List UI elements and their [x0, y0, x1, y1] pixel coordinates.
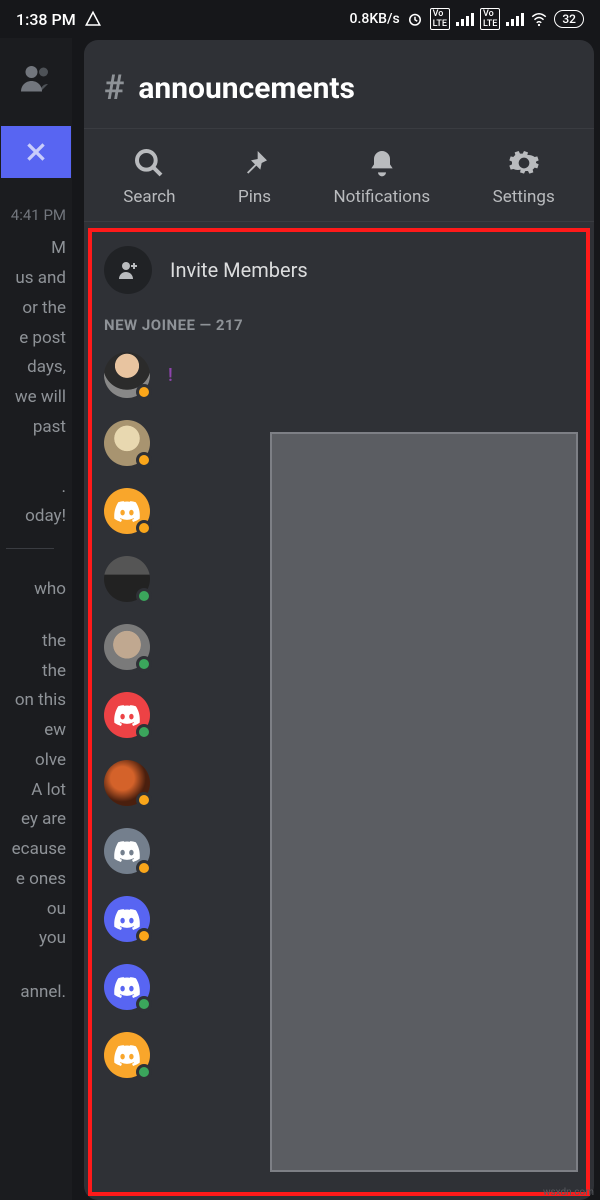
background-message-fragment: 4:41 PM M us and or the e post days, we …	[0, 202, 72, 1008]
status-online-icon	[136, 656, 152, 672]
watermark: wsxdn.com	[543, 1187, 594, 1198]
member-name: !	[168, 365, 173, 386]
status-idle-icon	[136, 792, 152, 808]
avatar	[104, 760, 150, 806]
status-bar: 1:38 PM 0.8KB/s VoLTE VoLTE 32	[0, 0, 600, 38]
avatar	[104, 624, 150, 670]
status-online-icon	[136, 724, 152, 740]
bell-icon	[366, 147, 398, 179]
net-speed: 0.8KB/s	[350, 11, 400, 27]
status-online-icon	[136, 588, 152, 604]
add-person-icon	[116, 258, 140, 282]
status-time: 1:38 PM	[16, 10, 76, 29]
search-icon	[133, 147, 165, 179]
gear-icon	[508, 147, 540, 179]
battery-indicator: 32	[554, 10, 584, 28]
signal-icon-1	[456, 13, 474, 26]
search-label: Search	[123, 187, 175, 207]
member-list-icon[interactable]	[18, 60, 54, 96]
status-online-icon	[136, 1064, 152, 1080]
channel-name: announcements	[138, 71, 355, 106]
avatar	[104, 896, 150, 942]
wifi-icon	[530, 10, 548, 28]
notifications-label: Notifications	[334, 187, 431, 207]
channel-settings-panel: # announcements Search Pins Notification…	[84, 40, 594, 1200]
avatar	[104, 692, 150, 738]
avatar	[104, 488, 150, 534]
invite-members-button[interactable]: Invite Members	[104, 246, 570, 294]
background-channel-strip: 4:41 PM M us and or the e post days, we …	[0, 38, 72, 1200]
volte-icon-1: VoLTE	[430, 8, 450, 30]
settings-label: Settings	[493, 187, 555, 207]
signal-icon-2	[506, 13, 524, 26]
status-idle-icon	[136, 928, 152, 944]
avatar	[104, 420, 150, 466]
volte-icon-2: VoLTE	[480, 8, 500, 30]
members-highlight-region: Invite Members NEW JOINEE — 217 !	[88, 228, 590, 1196]
channel-header: # announcements	[84, 40, 594, 129]
pins-button[interactable]: Pins	[238, 147, 271, 207]
pin-icon	[239, 147, 271, 179]
avatar	[104, 964, 150, 1010]
status-idle-icon	[136, 860, 152, 876]
alarm-icon	[406, 10, 424, 28]
avatar	[104, 828, 150, 874]
invite-label: Invite Members	[170, 258, 308, 282]
status-idle-icon	[136, 452, 152, 468]
triangle-icon	[84, 10, 102, 28]
avatar	[104, 1032, 150, 1078]
avatar	[104, 352, 150, 398]
close-button[interactable]	[1, 126, 71, 178]
redaction-overlay	[270, 432, 578, 1172]
status-idle-icon	[136, 384, 152, 400]
member-row[interactable]: !	[104, 352, 570, 398]
status-online-icon	[136, 996, 152, 1012]
pins-label: Pins	[238, 187, 271, 207]
notifications-button[interactable]: Notifications	[334, 147, 431, 207]
channel-toolbar: Search Pins Notifications Settings	[84, 129, 594, 222]
member-section-header: NEW JOINEE — 217	[104, 316, 570, 334]
status-idle-icon	[136, 520, 152, 536]
hash-icon: #	[104, 68, 124, 108]
settings-button[interactable]: Settings	[493, 147, 555, 207]
avatar	[104, 556, 150, 602]
search-button[interactable]: Search	[123, 147, 175, 207]
